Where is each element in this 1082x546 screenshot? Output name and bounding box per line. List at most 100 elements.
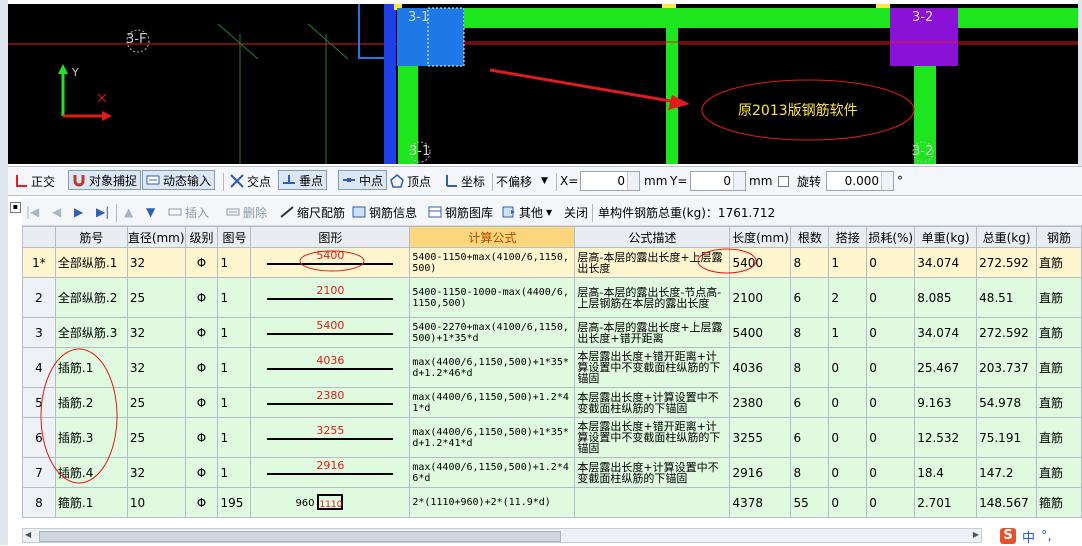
shape-cell[interactable]: 4036 <box>250 347 411 388</box>
move-down-icon[interactable]: ▼ <box>146 198 155 226</box>
move-up-icon[interactable]: ▲ <box>124 198 133 226</box>
header-cell[interactable]: 损耗(%) <box>866 226 916 248</box>
row-number[interactable]: 3 <box>22 317 56 348</box>
count-cell[interactable]: 6 <box>790 277 830 318</box>
row-number[interactable]: 6 <box>22 417 56 458</box>
rebar-type-cell[interactable]: 直筋 <box>1036 417 1082 458</box>
rebar-name-cell[interactable]: 插筋.3 <box>54 417 128 458</box>
horizontal-scrollbar[interactable]: ◀ ▶ <box>22 528 982 543</box>
table-row[interactable]: 7 插筋.4 32 Φ 1 2916 max(4400/6,1150,500)+1.2*46… <box>22 457 1082 488</box>
header-cell-formula[interactable]: 计算公式 <box>409 226 576 248</box>
diameter-cell[interactable]: 10 <box>126 487 186 518</box>
diameter-cell[interactable]: 25 <box>126 277 186 318</box>
formula-cell[interactable]: 5400-1150+max(4100/6,1150,500) <box>409 247 576 278</box>
description-cell[interactable]: 层高-本层的露出长度-节点高-上层钢筋在本层的露出长度 <box>574 277 731 318</box>
first-record-icon[interactable]: |◀ <box>26 198 39 226</box>
y-input[interactable]: 0 <box>690 171 746 191</box>
grade-cell[interactable]: Φ <box>184 487 219 518</box>
table-row[interactable]: 1* 全部纵筋.1 32 Φ 1 5400 5400-1150+max(4100/6,115… <box>22 247 1082 278</box>
insert-button[interactable]: 插入 <box>168 198 209 226</box>
next-record-icon[interactable]: ▶ <box>74 198 83 226</box>
table-row[interactable]: 2 全部纵筋.2 25 Φ 1 2100 5400-1150-1000-max(4400/6… <box>22 277 1082 318</box>
diameter-cell[interactable]: 25 <box>126 387 186 418</box>
description-cell[interactable] <box>574 487 731 518</box>
diameter-cell[interactable]: 32 <box>126 457 186 488</box>
scroll-left-icon[interactable]: ◀ <box>25 530 31 539</box>
rebar-library-button[interactable]: 钢筋图库 <box>428 198 493 226</box>
rebar-name-cell[interactable]: 插筋.1 <box>54 347 128 388</box>
lap-cell[interactable]: 0 <box>828 387 868 418</box>
panel-collapse-icon[interactable]: ▪ <box>10 202 21 213</box>
total-weight-cell[interactable]: 272.592 <box>976 317 1038 348</box>
description-cell[interactable]: 本层露出长度+计算设置中不变截面柱纵筋的下锚固 <box>574 457 731 488</box>
lap-cell[interactable]: 0 <box>828 487 868 518</box>
total-weight-cell[interactable]: 148.567 <box>976 487 1038 518</box>
x-input[interactable]: 0 <box>580 171 640 191</box>
unit-weight-cell[interactable]: 12.532 <box>914 417 978 458</box>
intersection-snap-button[interactable]: 交点 <box>230 167 271 195</box>
last-record-icon[interactable]: ▶| <box>96 198 109 226</box>
other-menu-button[interactable]: 其他 ▼ <box>502 198 552 226</box>
total-weight-cell[interactable]: 147.2 <box>976 457 1038 488</box>
description-cell[interactable]: 本层露出长度+计算设置中不变截面柱纵筋的下锚固 <box>574 387 731 418</box>
description-cell[interactable]: 本层露出长度+错开距离+计算设置中不变截面柱纵筋的下锚固 <box>574 347 731 388</box>
length-cell[interactable]: 4378 <box>729 487 792 518</box>
shape-cell[interactable]: 960 1110 <box>250 487 411 518</box>
count-cell[interactable]: 6 <box>790 417 830 458</box>
table-row[interactable]: 3 全部纵筋.3 32 Φ 1 5400 5400-2270+max(4100/6,1150… <box>22 317 1082 348</box>
total-weight-cell[interactable]: 75.191 <box>976 417 1038 458</box>
lap-cell[interactable]: 2 <box>828 277 868 318</box>
rebar-type-cell[interactable]: 箍筋 <box>1036 487 1082 518</box>
loss-cell[interactable]: 0 <box>866 317 916 348</box>
unit-weight-cell[interactable]: 25.467 <box>914 347 978 388</box>
loss-cell[interactable]: 0 <box>866 347 916 388</box>
figure-number-cell[interactable]: 1 <box>217 277 252 318</box>
unit-weight-cell[interactable]: 34.074 <box>914 317 978 348</box>
rebar-name-cell[interactable]: 箍筋.1 <box>54 487 128 518</box>
description-cell[interactable]: 层高-本层的露出长度+上层露出长度 <box>574 247 731 278</box>
shape-cell[interactable]: 2100 <box>250 277 411 318</box>
lap-cell[interactable]: 0 <box>828 417 868 458</box>
rotate-input[interactable]: 0.000 <box>826 171 894 191</box>
unit-weight-cell[interactable]: 8.085 <box>914 277 978 318</box>
cad-canvas[interactable]: 3-F 3-1 3-2 3-1 3-2 Y 原2013版钢筋软件 <box>8 4 1078 164</box>
header-cell[interactable]: 图号 <box>217 226 252 248</box>
formula-cell[interactable]: max(4400/6,1150,500)+1.2*46*d <box>409 457 576 488</box>
count-cell[interactable]: 6 <box>790 387 830 418</box>
formula-cell[interactable]: 2*(1110+960)+2*(11.9*d) <box>409 487 576 518</box>
table-row[interactable]: 4 插筋.1 32 Φ 1 4036 max(4400/6,1150,500)+1*35*d… <box>22 347 1082 388</box>
rebar-info-button[interactable]: 钢筋信息 <box>352 198 417 226</box>
loss-cell[interactable]: 0 <box>866 487 916 518</box>
lap-cell[interactable]: 0 <box>828 347 868 388</box>
grade-cell[interactable]: Φ <box>184 347 219 388</box>
table-row[interactable]: 6 插筋.3 25 Φ 1 3255 max(4400/6,1150,500)+1*35*d… <box>22 417 1082 458</box>
unit-weight-cell[interactable]: 2.701 <box>914 487 978 518</box>
loss-cell[interactable]: 0 <box>866 387 916 418</box>
header-cell[interactable]: 总重(kg) <box>976 226 1038 248</box>
unit-weight-cell[interactable]: 9.163 <box>914 387 978 418</box>
offset-dropdown[interactable]: 不偏移 ▼ <box>496 167 548 195</box>
vertex-snap-button[interactable]: 顶点 <box>390 167 431 195</box>
length-cell[interactable]: 2100 <box>729 277 792 318</box>
figure-number-cell[interactable]: 1 <box>217 347 252 388</box>
row-number[interactable]: 5 <box>22 387 56 418</box>
delete-button[interactable]: 删除 <box>226 198 267 226</box>
grade-cell[interactable]: Φ <box>184 277 219 318</box>
lap-cell[interactable]: 1 <box>828 317 868 348</box>
count-cell[interactable]: 55 <box>790 487 830 518</box>
rebar-type-cell[interactable]: 直筋 <box>1036 387 1082 418</box>
figure-number-cell[interactable]: 1 <box>217 387 252 418</box>
header-cell[interactable]: 公式描述 <box>574 226 731 248</box>
unit-weight-cell[interactable]: 18.4 <box>914 457 978 488</box>
coordinate-snap-button[interactable]: 坐标 <box>444 167 485 195</box>
diameter-cell[interactable]: 32 <box>126 347 186 388</box>
shape-cell[interactable]: 3255 <box>250 417 411 458</box>
length-cell[interactable]: 5400 <box>729 317 792 348</box>
formula-cell[interactable]: 5400-1150-1000-max(4400/6,1150,500) <box>409 277 576 318</box>
header-cell[interactable]: 单重(kg) <box>914 226 978 248</box>
rotate-checkbox[interactable] <box>778 176 789 187</box>
ime-indicator[interactable]: S 中 °, <box>1000 527 1082 546</box>
rebar-name-cell[interactable]: 全部纵筋.1 <box>54 247 128 278</box>
total-weight-cell[interactable]: 48.51 <box>976 277 1038 318</box>
row-number[interactable]: 4 <box>22 347 56 388</box>
